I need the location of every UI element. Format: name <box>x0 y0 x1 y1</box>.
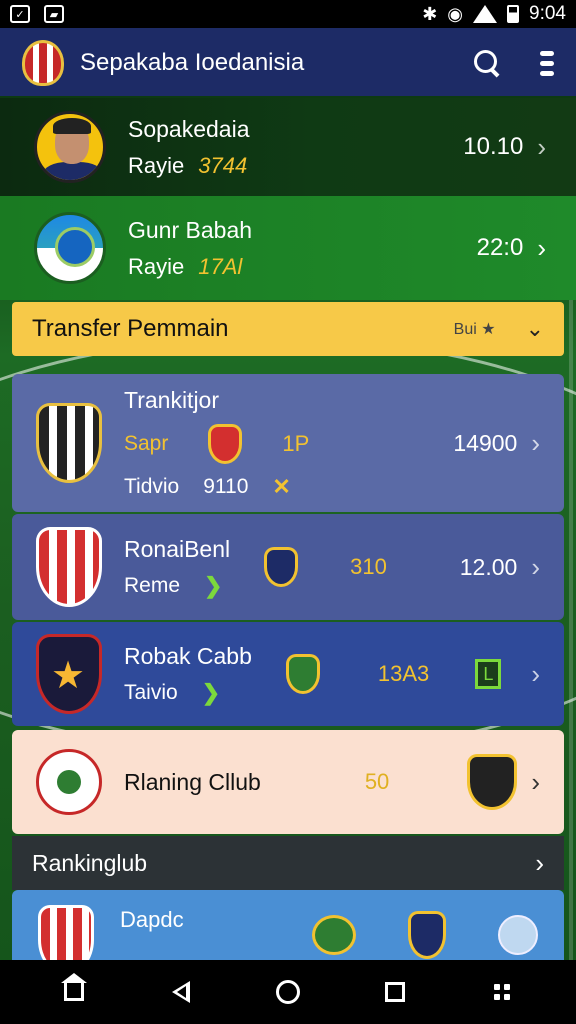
app-logo <box>22 40 64 86</box>
chevron-right-icon[interactable]: › <box>531 767 540 798</box>
card-line2-label: Reme <box>124 573 181 597</box>
chevron-down-icon[interactable]: ⌄ <box>526 316 544 342</box>
transfer-card[interactable]: Trankitjor Sapr 1P Tidvio 9110 ✕ 14900 › <box>12 374 564 512</box>
club-badge-icon <box>467 754 518 810</box>
player-row[interactable]: Sopakedaia Rayie 3744 10.10 › <box>0 98 576 196</box>
card-num: 50 <box>364 769 390 794</box>
home-circle-icon[interactable] <box>268 972 308 1012</box>
status-time: 9:04 <box>529 3 566 24</box>
league-tag-icon: L <box>475 659 502 689</box>
club-badge-icon <box>408 911 446 959</box>
club-crest-icon <box>36 527 102 607</box>
card-name: Rlaning Cllub <box>124 768 261 795</box>
player-name: Gunr Babah <box>128 216 253 243</box>
chevron-right-icon[interactable]: › <box>537 233 546 264</box>
player-avatar <box>34 111 106 183</box>
transfer-card[interactable]: Robak Cabb Taivio ❯ 13A3 L › <box>12 622 564 726</box>
system-nav-bar <box>0 960 576 1024</box>
status-bar: ✓ ▰ ✱ ◉ 9:04 <box>0 0 576 28</box>
player-sub-label: Rayie <box>128 253 185 279</box>
app-bar: Sepakaba Ioedanisia <box>0 28 576 98</box>
chevron-right-icon[interactable]: › <box>537 132 546 163</box>
club-badge-icon <box>264 547 299 587</box>
card-line1-label: Sapr <box>124 431 169 455</box>
ranking-section-header[interactable]: Rankinglub › <box>12 836 564 890</box>
app-title: Sepakaba Ioedanisia <box>80 49 305 76</box>
card-value: 14900 <box>453 429 518 456</box>
arrow-right-icon: ❯ <box>204 572 223 598</box>
club-crest-icon <box>38 905 94 960</box>
battery-icon <box>507 5 520 23</box>
club-crest-icon <box>36 749 102 815</box>
player-sub-label: Rayie <box>128 152 185 178</box>
card-line2-value: 9110 <box>203 474 249 498</box>
apps-grid-icon[interactable] <box>482 972 522 1012</box>
transfer-tag: Bui ★ <box>453 321 496 338</box>
card-name: Robak Cabb <box>124 642 252 669</box>
arrow-right-icon: ❯ <box>201 679 221 705</box>
transfer-card[interactable]: Rlaning Cllub 50 › <box>12 730 564 834</box>
card-line2-label: Tidvio <box>124 474 180 498</box>
player-row[interactable]: Gunr Babah Rayie 17Al 22:0 › <box>0 196 576 300</box>
transfer-title: Transfer Pemmain <box>32 315 229 342</box>
player-sub-value: 17Al <box>198 253 243 279</box>
transfer-section-header[interactable]: Transfer Pemmain Bui ★ ⌄ <box>12 302 564 356</box>
notification-icon: ▰ <box>44 5 64 23</box>
recents-icon[interactable] <box>375 972 415 1012</box>
card-num: 310 <box>350 554 387 579</box>
club-badge-icon <box>285 654 320 694</box>
player-value: 22:0 <box>476 234 524 261</box>
search-icon[interactable] <box>474 50 500 76</box>
player-sub-value: 3744 <box>198 152 248 178</box>
wifi-icon <box>473 5 498 23</box>
club-crest-avatar <box>34 212 106 284</box>
card-name: RonaiBenl <box>124 535 231 562</box>
card-num: 13A3 <box>377 661 430 686</box>
chevron-right-icon[interactable]: › <box>531 428 540 459</box>
card-line1-num: 1P <box>282 430 310 456</box>
player-name: Sopakedaia <box>128 115 250 142</box>
card-line2-label: Taivio <box>124 680 178 704</box>
chevron-right-icon[interactable]: › <box>531 552 540 583</box>
chevron-right-icon[interactable]: › <box>531 659 540 690</box>
bluetooth-icon: ✱ <box>422 3 438 24</box>
ranking-card[interactable]: Dapdc <box>12 890 564 960</box>
mail-icon: ✓ <box>10 5 30 23</box>
ranking-title: Rankinglub <box>32 849 148 876</box>
club-crest-icon <box>36 403 102 483</box>
more-menu-icon[interactable] <box>540 50 554 76</box>
club-badge-icon <box>208 423 243 464</box>
club-badge-icon <box>312 915 356 955</box>
transfer-card[interactable]: RonaiBenl Reme ❯ 310 12.00 › <box>12 514 564 620</box>
cross-icon: ✕ <box>272 473 291 499</box>
back-icon[interactable] <box>161 972 201 1012</box>
home-icon[interactable] <box>54 972 94 1012</box>
club-crest-icon <box>36 634 102 714</box>
player-value: 10.10 <box>463 133 524 160</box>
chevron-right-icon[interactable]: › <box>535 848 544 879</box>
ranking-card-name: Dapdc <box>120 907 184 932</box>
card-name: Trankitjor <box>124 386 219 413</box>
alarm-icon: ◉ <box>447 3 464 24</box>
card-value: 12.00 <box>459 553 518 580</box>
club-badge-icon <box>498 915 538 955</box>
